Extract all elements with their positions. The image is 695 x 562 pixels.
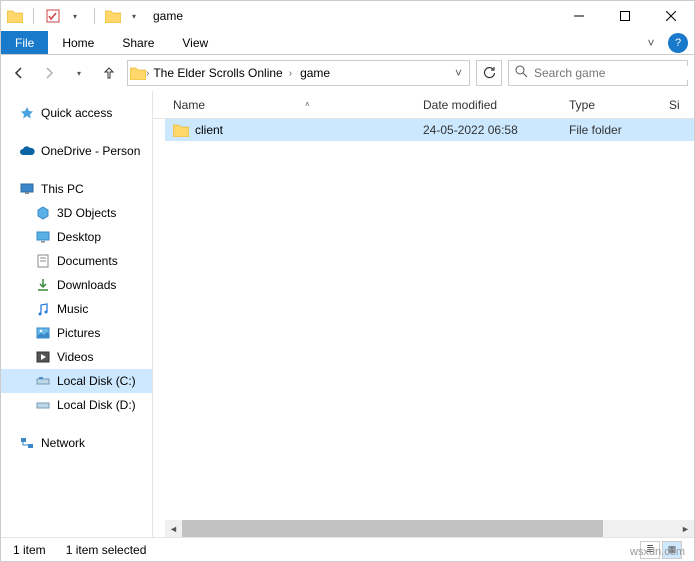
- status-count: 1 item: [13, 543, 46, 557]
- address-bar[interactable]: › The Elder Scrolls Online› game ˅: [127, 60, 470, 86]
- documents-icon: [35, 253, 51, 269]
- star-icon: [19, 105, 35, 121]
- tree-onedrive[interactable]: OneDrive - Person: [1, 139, 152, 163]
- network-icon: [19, 435, 35, 451]
- tree-quick-access[interactable]: Quick access: [1, 101, 152, 125]
- status-selected: 1 item selected: [66, 543, 147, 557]
- pc-icon: [19, 181, 35, 197]
- column-type[interactable]: Type: [561, 98, 661, 112]
- file-row[interactable]: client 24-05-2022 06:58 File folder: [165, 119, 694, 141]
- tree-music[interactable]: Music: [1, 297, 152, 321]
- pictures-icon: [35, 325, 51, 341]
- scroll-thumb[interactable]: [182, 520, 603, 537]
- tab-file[interactable]: File: [1, 31, 48, 54]
- close-button[interactable]: [648, 1, 694, 31]
- tree-documents[interactable]: Documents: [1, 249, 152, 273]
- address-dropdown-icon[interactable]: ˅: [449, 66, 467, 80]
- ribbon-expand-icon[interactable]: ˅: [640, 36, 662, 50]
- sort-indicator-icon: ˄: [305, 100, 310, 109]
- maximize-button[interactable]: [602, 1, 648, 31]
- separator: [33, 8, 34, 24]
- cloud-icon: [19, 143, 35, 159]
- qat-dropdown-icon[interactable]: ▾: [66, 7, 84, 25]
- tree-local-disk-c[interactable]: Local Disk (C:): [1, 369, 152, 393]
- app-folder-icon: [7, 8, 23, 24]
- nav-bar: ▾ › The Elder Scrolls Online› game ˅: [1, 55, 694, 91]
- scroll-right-icon[interactable]: ►: [677, 520, 694, 537]
- qat-chevron-icon[interactable]: ▾: [125, 7, 143, 25]
- ribbon-tabs: File Home Share View ˅ ?: [1, 31, 694, 55]
- folder-icon: [173, 122, 189, 138]
- body: Quick access OneDrive - Person This PC 3…: [1, 91, 694, 537]
- search-box[interactable]: [508, 60, 688, 86]
- music-icon: [35, 301, 51, 317]
- search-input[interactable]: [534, 66, 689, 80]
- tab-home[interactable]: Home: [48, 32, 108, 54]
- tab-share[interactable]: Share: [108, 32, 168, 54]
- breadcrumb-item[interactable]: game: [296, 61, 334, 85]
- refresh-button[interactable]: [476, 60, 502, 86]
- file-list: client 24-05-2022 06:58 File folder: [153, 119, 694, 520]
- downloads-icon: [35, 277, 51, 293]
- column-date[interactable]: Date modified: [415, 98, 561, 112]
- tree-pictures[interactable]: Pictures: [1, 321, 152, 345]
- horizontal-scrollbar[interactable]: ◄ ►: [165, 520, 694, 537]
- address-folder-icon: [130, 65, 146, 81]
- breadcrumb-item[interactable]: The Elder Scrolls Online›: [149, 61, 296, 85]
- window-title: game: [153, 9, 183, 23]
- titlebar: ▾ ▾ game: [1, 1, 694, 31]
- file-type: File folder: [561, 123, 661, 137]
- tab-view[interactable]: View: [168, 32, 222, 54]
- file-name: client: [195, 123, 223, 137]
- minimize-button[interactable]: [556, 1, 602, 31]
- search-icon: [515, 65, 528, 81]
- desktop-icon: [35, 229, 51, 245]
- scroll-left-icon[interactable]: ◄: [165, 520, 182, 537]
- help-button[interactable]: ?: [668, 33, 688, 53]
- tree-downloads[interactable]: Downloads: [1, 273, 152, 297]
- tree-3d-objects[interactable]: 3D Objects: [1, 201, 152, 225]
- file-date: 24-05-2022 06:58: [415, 123, 561, 137]
- tree-local-disk-d[interactable]: Local Disk (D:): [1, 393, 152, 417]
- window-controls: [556, 1, 694, 31]
- chevron-right-icon: ›: [289, 68, 292, 79]
- column-headers: Name˄ Date modified Type Si: [153, 91, 694, 119]
- title-folder-icon: [105, 8, 121, 24]
- column-name[interactable]: Name˄: [165, 98, 415, 112]
- tree-videos[interactable]: Videos: [1, 345, 152, 369]
- drive-icon: [35, 397, 51, 413]
- nav-tree: Quick access OneDrive - Person This PC 3…: [1, 91, 153, 537]
- tree-desktop[interactable]: Desktop: [1, 225, 152, 249]
- separator: [94, 8, 95, 24]
- forward-button[interactable]: [37, 61, 61, 85]
- tree-network[interactable]: Network: [1, 431, 152, 455]
- status-bar: 1 item 1 item selected ≣ ▦: [1, 537, 694, 561]
- videos-icon: [35, 349, 51, 365]
- back-button[interactable]: [7, 61, 31, 85]
- view-large-button[interactable]: ▦: [662, 541, 682, 559]
- tree-this-pc[interactable]: This PC: [1, 177, 152, 201]
- drive-icon: [35, 373, 51, 389]
- recent-dropdown-icon[interactable]: ▾: [67, 61, 91, 85]
- objects-icon: [35, 205, 51, 221]
- content-pane: Name˄ Date modified Type Si client 24-05…: [153, 91, 694, 537]
- qat-properties-button[interactable]: [44, 7, 62, 25]
- column-size[interactable]: Si: [661, 98, 694, 112]
- view-details-button[interactable]: ≣: [640, 541, 660, 559]
- up-button[interactable]: [97, 61, 121, 85]
- quick-access-toolbar: ▾ ▾: [7, 7, 143, 25]
